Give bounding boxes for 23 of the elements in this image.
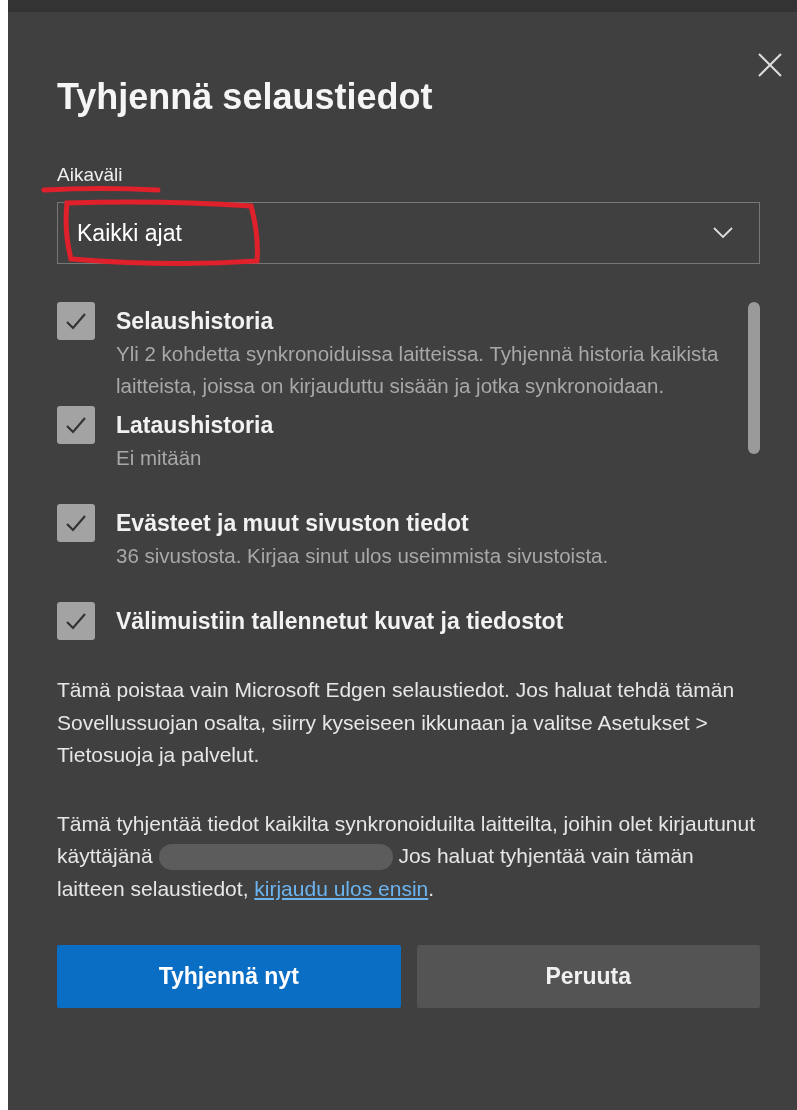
option-title: Välimuistiin tallennetut kuvat ja tiedostot bbox=[116, 607, 565, 636]
checkbox[interactable] bbox=[57, 602, 95, 640]
option-description: Ei mitään bbox=[116, 445, 203, 471]
chevron-down-icon bbox=[713, 227, 733, 239]
field-label: Aikaväli bbox=[57, 164, 123, 185]
option-title: Selaushistoria bbox=[116, 307, 275, 336]
info-paragraph: Tämä tyhjentää tiedot kaikilta synkronoiduilta laitteilta, joihin olet kirjautunut käyttäjänä Jos haluat tyhjentää vain tämän laitteen selaustiedot, kirjaudu ulos ensin. bbox=[57, 810, 757, 902]
checkbox[interactable] bbox=[57, 302, 95, 340]
info-paragraph: Tämä poistaa vain Microsoft Edgen selaustiedot. Jos haluat tehdä tämän Sovellussuojan osalta, siirry kyseiseen ikkunaan ja valitse Asetukset > Tietosuoja ja palvelut. bbox=[57, 677, 736, 768]
clear-now-button[interactable]: Tyhjennä nyt bbox=[57, 945, 401, 1008]
option-description: 36 sivustosta. Kirjaa sinut ulos useimmista sivustoista. bbox=[116, 543, 610, 569]
time-range-dropdown[interactable]: Kaikki ajat bbox=[57, 202, 760, 264]
dropdown-value: Kaikki ajat bbox=[77, 219, 182, 247]
option-title: Lataushistoria bbox=[116, 411, 275, 440]
option-description: Yli 2 kohdetta synkronoiduissa laitteissa. Tyhjennä historia kaikista laitteista, joissa on kirjauduttu sisään ja jotka synkronoidaan. bbox=[116, 341, 720, 399]
cancel-button[interactable]: Peruuta bbox=[416, 945, 760, 1008]
close-icon[interactable] bbox=[757, 52, 783, 78]
sign-out-link[interactable]: kirjaudu ulos ensin bbox=[254, 876, 429, 900]
checkbox[interactable] bbox=[57, 504, 95, 542]
dialog-title: Tyhjennä selaustiedot bbox=[57, 75, 434, 119]
option-title: Evästeet ja muut sivuston tiedot bbox=[116, 509, 470, 538]
scrollbar[interactable] bbox=[748, 302, 760, 454]
checkbox[interactable] bbox=[57, 406, 95, 444]
